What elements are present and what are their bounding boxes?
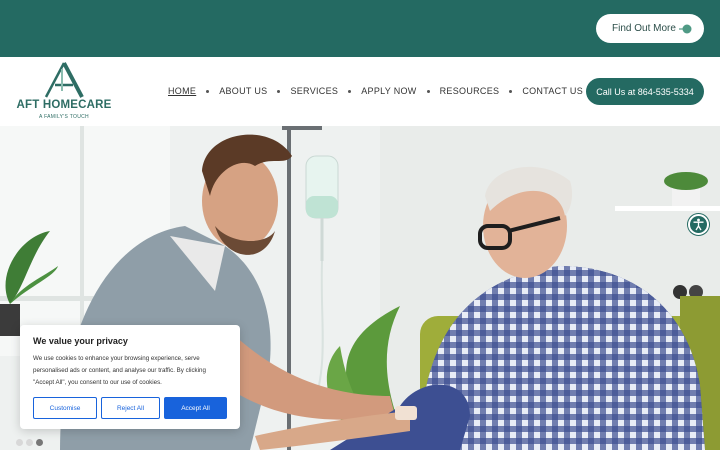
nav-item-contact-us[interactable]: CONTACT US <box>522 86 583 96</box>
accept-all-button[interactable]: Accept All <box>164 397 227 419</box>
aft-homecare-logo[interactable]: AFT HOMECARE A FAMILY'S TOUCH <box>16 61 112 123</box>
nav-item-about-us[interactable]: ABOUT US <box>219 86 267 96</box>
logo-tagline: A FAMILY'S TOUCH <box>39 114 89 120</box>
slider-dot-2[interactable] <box>26 439 33 446</box>
call-us-button[interactable]: Call Us at 864-535-5334 <box>586 78 704 105</box>
find-out-more-button[interactable]: Find Out More <box>596 14 704 43</box>
logo-mark-icon <box>44 62 84 98</box>
customise-button[interactable]: Customise <box>33 397 97 419</box>
nav-separator <box>348 89 352 93</box>
arrow-right-icon <box>679 24 692 33</box>
site-header: AFT HOMECARE A FAMILY'S TOUCH HOME ABOUT… <box>0 57 720 126</box>
accessibility-button[interactable] <box>688 214 709 235</box>
nav-separator <box>206 89 210 93</box>
nav-item-resources[interactable]: RESOURCES <box>440 86 500 96</box>
nav-item-home[interactable]: HOME <box>168 86 196 96</box>
main-nav: HOME ABOUT US SERVICES APPLY NOW RESOURC… <box>168 86 583 96</box>
slider-dot-3[interactable] <box>36 439 43 446</box>
cookie-text: We use cookies to enhance your browsing … <box>33 355 206 386</box>
nav-separator <box>277 89 281 93</box>
cookie-title: We value your privacy <box>33 336 128 346</box>
nav-item-services[interactable]: SERVICES <box>290 86 338 96</box>
slider-dot-1[interactable] <box>16 439 23 446</box>
top-bar: Find Out More <box>0 0 720 57</box>
nav-separator <box>426 89 430 93</box>
nav-separator <box>509 89 513 93</box>
reject-all-button[interactable]: Reject All <box>101 397 160 419</box>
logo-brand-text: AFT HOMECARE <box>16 99 112 111</box>
cookie-buttons: Customise Reject All Accept All <box>33 397 227 419</box>
find-out-more-label: Find Out More <box>612 23 676 34</box>
slider-pagination <box>16 439 43 446</box>
cookie-consent-banner: We value your privacy We use cookies to … <box>20 325 240 429</box>
nav-item-apply-now[interactable]: APPLY NOW <box>361 86 416 96</box>
accessibility-icon <box>693 218 704 231</box>
